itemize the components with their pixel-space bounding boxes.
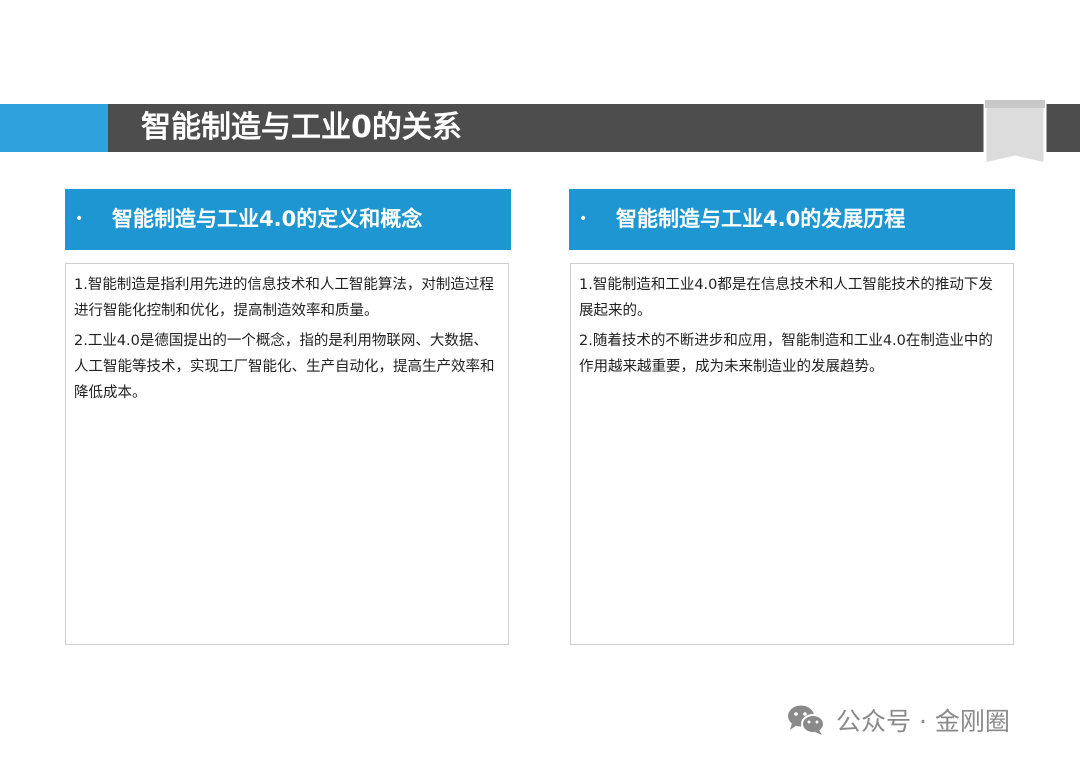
watermark: 公众号 · 金刚圈 bbox=[786, 698, 1010, 742]
wechat-icon bbox=[788, 705, 825, 735]
panel-header-definition: • 智能制造与工业4.0的定义和概念 bbox=[65, 189, 511, 250]
paragraph: 1.智能制造是指利用先进的信息技术和人工智能算法，对制造过程进行智能化控制和优化… bbox=[74, 277, 494, 319]
panel-heading: 智能制造与工业4.0的定义和概念 bbox=[112, 207, 423, 231]
panel-heading: 智能制造与工业4.0的发展历程 bbox=[616, 207, 906, 231]
bullet-icon: • bbox=[579, 211, 588, 227]
bullet-icon: • bbox=[75, 211, 84, 227]
title-bar: 智能制造与工业0的关系 bbox=[0, 104, 1080, 152]
watermark-text: 公众号 · 金刚圈 bbox=[836, 707, 1010, 736]
panel-body-definition: 1.智能制造是指利用先进的信息技术和人工智能算法，对制造过程进行智能化控制和优化… bbox=[65, 263, 509, 645]
panel-header-history: • 智能制造与工业4.0的发展历程 bbox=[569, 189, 1015, 250]
paragraph: 1.智能制造和工业4.0都是在信息技术和人工智能技术的推动下发展起来的。 bbox=[579, 277, 993, 319]
title-accent-block bbox=[0, 104, 108, 152]
bookmark-icon bbox=[983, 98, 1047, 166]
panel-body-history: 1.智能制造和工业4.0都是在信息技术和人工智能技术的推动下发展起来的。 2.随… bbox=[570, 263, 1014, 645]
slide-title: 智能制造与工业0的关系 bbox=[141, 110, 462, 145]
paragraph: 2.随着技术的不断进步和应用，智能制造和工业4.0在制造业中的作用越来越重要，成… bbox=[579, 333, 993, 375]
paragraph: 2.工业4.0是德国提出的一个概念，指的是利用物联网、大数据、人工智能等技术，实… bbox=[74, 333, 495, 401]
